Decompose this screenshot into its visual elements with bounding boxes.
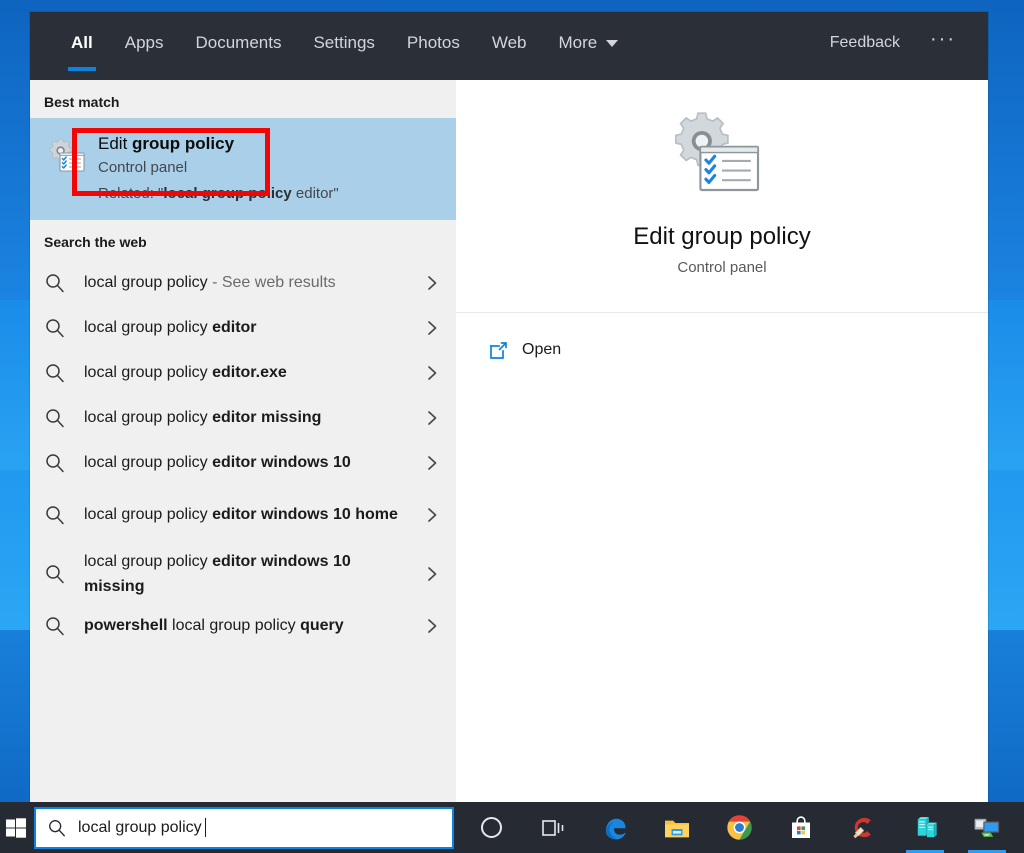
open-action[interactable]: Open — [456, 329, 988, 371]
tab-settings[interactable]: Settings — [297, 12, 390, 74]
list-item[interactable]: local group policy editor — [30, 305, 456, 350]
list-item-label: local group policy editor missing — [84, 405, 418, 430]
chevron-right-icon — [418, 617, 446, 635]
text-cursor — [205, 818, 206, 837]
search-icon — [44, 452, 84, 474]
microsoft-store-icon[interactable] — [770, 802, 832, 853]
tab-photos[interactable]: Photos — [391, 12, 476, 74]
best-match-subtitle: Control panel — [98, 159, 339, 176]
best-match-title: Edit group policy — [98, 132, 339, 156]
chevron-down-icon — [606, 40, 618, 47]
header-actions: Feedback ··· — [816, 12, 988, 74]
list-item[interactable]: local group policy editor windows 10 — [30, 440, 456, 485]
group-policy-icon — [674, 106, 770, 207]
web-results-list: local group policy - See web results loc… — [30, 258, 456, 648]
tab-label: Photos — [407, 33, 460, 53]
active-tab-indicator — [68, 67, 96, 71]
list-item-label: local group policy editor — [84, 315, 418, 340]
desktop: All Apps Documents Settings Photos Web — [0, 0, 1024, 853]
filter-tabs: All Apps Documents Settings Photos Web — [30, 12, 634, 74]
chevron-right-icon — [418, 319, 446, 337]
list-item-label: local group policy - See web results — [84, 270, 418, 295]
preview-subtitle: Control panel — [677, 259, 766, 276]
tab-label: Web — [492, 33, 527, 53]
search-icon — [44, 407, 84, 429]
taskbar-items — [460, 802, 1018, 853]
list-item-label: local group policy editor windows 10 mis… — [84, 549, 418, 599]
chevron-right-icon — [418, 364, 446, 382]
results-pane: Best match — [30, 80, 456, 802]
best-match-title-bold: group policy — [132, 134, 234, 153]
search-input-value: local group policy — [78, 819, 202, 837]
preview-actions: Open — [456, 313, 988, 832]
chevron-right-icon — [418, 409, 446, 427]
list-item[interactable]: local group policy editor.exe — [30, 350, 456, 395]
preview-pane: Edit group policy Control panel — [456, 80, 988, 802]
windows-start-icon[interactable] — [0, 802, 32, 853]
search-icon — [36, 818, 78, 838]
chevron-right-icon — [418, 274, 446, 292]
file-explorer-icon[interactable] — [646, 802, 708, 853]
list-item[interactable]: local group policy - See web results — [30, 260, 456, 305]
google-chrome-icon[interactable] — [708, 802, 770, 853]
search-header: All Apps Documents Settings Photos Web — [30, 12, 988, 80]
open-action-label: Open — [522, 341, 561, 359]
list-item-label: local group policy editor windows 10 hom… — [84, 502, 418, 527]
search-flyout: All Apps Documents Settings Photos Web — [30, 12, 988, 802]
taskbar: local group policy — [0, 802, 1024, 853]
task-view-icon[interactable] — [522, 802, 584, 853]
tab-label: Documents — [195, 33, 281, 53]
ccleaner-icon[interactable] — [832, 802, 894, 853]
tab-label: More — [559, 33, 598, 53]
tab-web[interactable]: Web — [476, 12, 543, 74]
related-prefix: Related: " — [98, 185, 163, 202]
taskbar-search-box[interactable]: local group policy — [34, 807, 454, 849]
chevron-right-icon — [418, 454, 446, 472]
tab-label: All — [71, 33, 93, 53]
feedback-button[interactable]: Feedback — [816, 34, 914, 52]
chevron-right-icon — [418, 506, 446, 524]
search-icon — [44, 272, 84, 294]
best-match-title-prefix: Edit — [98, 134, 132, 153]
search-the-web-heading: Search the web — [30, 220, 456, 258]
related-suffix: editor" — [292, 185, 339, 202]
chevron-right-icon — [418, 565, 446, 583]
cortana-ring — [481, 817, 502, 838]
list-item[interactable]: local group policy editor windows 10 mis… — [30, 544, 456, 603]
tab-documents[interactable]: Documents — [179, 12, 297, 74]
search-icon — [44, 504, 84, 526]
remote-desktop-icon[interactable] — [956, 802, 1018, 853]
best-match-heading: Best match — [30, 80, 456, 118]
list-item-label: local group policy editor.exe — [84, 360, 418, 385]
overflow-menu-icon[interactable]: ··· — [914, 28, 966, 59]
best-match-text: Edit group policy Control panel Related:… — [98, 132, 339, 202]
group-policy-icon — [40, 136, 98, 176]
search-icon — [44, 362, 84, 384]
search-input[interactable]: local group policy — [78, 818, 206, 837]
list-item[interactable]: local group policy editor windows 10 hom… — [30, 485, 456, 544]
best-match-result[interactable]: Edit group policy Control panel Related:… — [30, 118, 456, 220]
tab-label: Settings — [313, 33, 374, 53]
preview-card: Edit group policy Control panel — [456, 80, 988, 313]
list-item-label: powershell local group policy query — [84, 613, 418, 638]
best-match-related: Related: "local group policy editor" — [98, 185, 339, 202]
tab-more[interactable]: More — [543, 12, 635, 74]
preview-title: Edit group policy — [633, 223, 810, 251]
tab-all[interactable]: All — [55, 12, 109, 74]
list-item[interactable]: local group policy editor missing — [30, 395, 456, 440]
tab-label: Apps — [125, 33, 164, 53]
open-external-icon — [488, 340, 522, 361]
cortana-icon[interactable] — [460, 802, 522, 853]
server-app-icon[interactable] — [894, 802, 956, 853]
search-icon — [44, 317, 84, 339]
microsoft-edge-icon[interactable] — [584, 802, 646, 853]
search-icon — [44, 563, 84, 585]
list-item[interactable]: powershell local group policy query — [30, 603, 456, 648]
search-body: Best match — [30, 80, 988, 802]
search-icon — [44, 615, 84, 637]
list-item-label: local group policy editor windows 10 — [84, 450, 418, 475]
tab-apps[interactable]: Apps — [109, 12, 180, 74]
related-bold: local group policy — [163, 185, 291, 202]
